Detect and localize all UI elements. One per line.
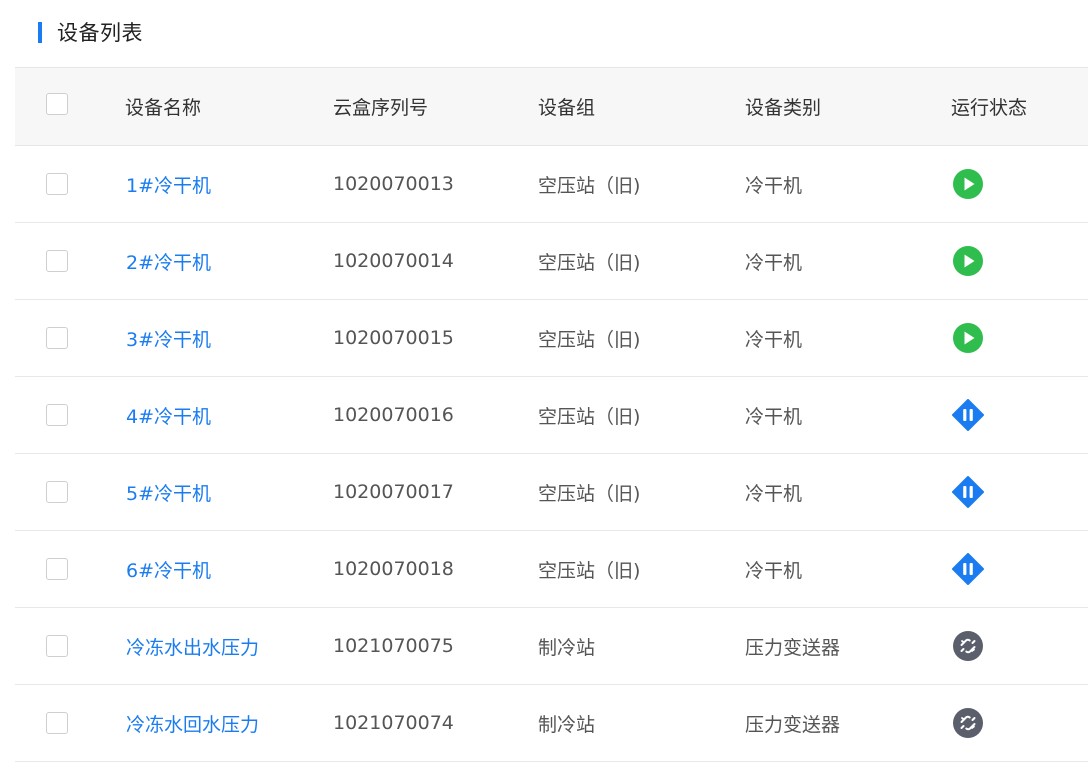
device-group: 制冷站	[538, 713, 596, 736]
row-checkbox-cell	[46, 531, 68, 607]
device-category: 压力变送器	[745, 713, 841, 736]
serial-number: 1021070075	[333, 635, 454, 657]
device-group: 空压站（旧)	[538, 559, 641, 582]
serial-number: 1020070015	[333, 327, 454, 349]
column-header-group: 设备组	[538, 97, 596, 119]
serial-number: 1020070018	[333, 558, 454, 580]
column-header-category: 设备类别	[745, 97, 822, 119]
section-header: 设备列表	[38, 18, 143, 46]
device-table: 设备名称 云盒序列号 设备组 设备类别 运行状态 1#冷干机 102007001…	[15, 67, 1088, 762]
table-row: 2#冷干机 1020070014 空压站（旧) 冷干机	[15, 223, 1088, 300]
serial-number: 1020070013	[333, 173, 454, 195]
device-group: 空压站（旧)	[538, 251, 641, 274]
device-name-link[interactable]: 1#冷干机	[126, 171, 211, 198]
row-checkbox[interactable]	[46, 327, 68, 349]
play-circle-icon	[952, 322, 984, 354]
device-name-cell: 5#冷干机	[126, 454, 211, 530]
header-checkbox-cell	[46, 68, 68, 145]
device-category: 冷干机	[745, 174, 803, 197]
table-header-row: 设备名称 云盒序列号 设备组 设备类别 运行状态	[15, 67, 1088, 146]
table-body: 1#冷干机 1020070013 空压站（旧) 冷干机 2#冷干机 102007…	[15, 146, 1088, 762]
row-checkbox-cell	[46, 377, 68, 453]
device-group: 空压站（旧)	[538, 482, 641, 505]
device-category: 冷干机	[745, 251, 803, 274]
row-checkbox[interactable]	[46, 173, 68, 195]
pause-diamond-icon	[952, 399, 984, 431]
serial-number: 1020070016	[333, 404, 454, 426]
device-name-cell: 4#冷干机	[126, 377, 211, 453]
status-cell	[952, 531, 984, 607]
device-name-cell: 3#冷干机	[126, 300, 211, 376]
row-checkbox[interactable]	[46, 481, 68, 503]
row-checkbox-cell	[46, 454, 68, 530]
device-category: 冷干机	[745, 328, 803, 351]
device-group: 空压站（旧)	[538, 174, 641, 197]
status-cell	[952, 608, 984, 684]
row-checkbox[interactable]	[46, 404, 68, 426]
row-checkbox[interactable]	[46, 558, 68, 580]
device-name-link[interactable]: 冷冻水出水压力	[126, 633, 259, 660]
row-checkbox[interactable]	[46, 250, 68, 272]
device-category: 冷干机	[745, 405, 803, 428]
row-checkbox-cell	[46, 685, 68, 761]
device-name-link[interactable]: 2#冷干机	[126, 248, 211, 275]
disconnected-link-icon	[952, 707, 984, 739]
row-checkbox-cell	[46, 300, 68, 376]
table-row: 3#冷干机 1020070015 空压站（旧) 冷干机	[15, 300, 1088, 377]
device-group: 空压站（旧)	[538, 405, 641, 428]
device-name-cell: 冷冻水回水压力	[126, 685, 259, 761]
device-name-link[interactable]: 3#冷干机	[126, 325, 211, 352]
row-checkbox[interactable]	[46, 712, 68, 734]
column-header-status: 运行状态	[951, 97, 1028, 119]
serial-number: 1021070074	[333, 712, 454, 734]
serial-number: 1020070014	[333, 250, 454, 272]
row-checkbox-cell	[46, 146, 68, 222]
table-row: 5#冷干机 1020070017 空压站（旧) 冷干机	[15, 454, 1088, 531]
row-checkbox-cell	[46, 608, 68, 684]
device-category: 冷干机	[745, 559, 803, 582]
table-row: 4#冷干机 1020070016 空压站（旧) 冷干机	[15, 377, 1088, 454]
device-name-cell: 1#冷干机	[126, 146, 211, 222]
device-name-cell: 冷冻水出水压力	[126, 608, 259, 684]
status-cell	[952, 300, 984, 376]
play-circle-icon	[952, 168, 984, 200]
table-row: 冷冻水出水压力 1021070075 制冷站 压力变送器	[15, 608, 1088, 685]
device-name-link[interactable]: 6#冷干机	[126, 556, 211, 583]
device-category: 冷干机	[745, 482, 803, 505]
device-group: 空压站（旧)	[538, 328, 641, 351]
table-row: 冷冻水回水压力 1021070074 制冷站 压力变送器	[15, 685, 1088, 762]
table-row: 6#冷干机 1020070018 空压站（旧) 冷干机	[15, 531, 1088, 608]
table-row: 1#冷干机 1020070013 空压站（旧) 冷干机	[15, 146, 1088, 223]
section-title: 设备列表	[57, 21, 143, 45]
accent-bar	[38, 21, 42, 43]
device-name-cell: 2#冷干机	[126, 223, 211, 299]
device-name-link[interactable]: 4#冷干机	[126, 402, 211, 429]
device-category: 压力变送器	[745, 636, 841, 659]
status-cell	[952, 454, 984, 530]
select-all-checkbox[interactable]	[46, 92, 68, 115]
device-name-cell: 6#冷干机	[126, 531, 211, 607]
device-name-link[interactable]: 冷冻水回水压力	[126, 710, 259, 737]
pause-diamond-icon	[952, 476, 984, 508]
row-checkbox-cell	[46, 223, 68, 299]
column-header-name: 设备名称	[125, 97, 202, 119]
status-cell	[952, 377, 984, 453]
pause-diamond-icon	[952, 553, 984, 585]
serial-number: 1020070017	[333, 481, 454, 503]
status-cell	[952, 223, 984, 299]
status-cell	[952, 685, 984, 761]
column-header-serial: 云盒序列号	[333, 97, 429, 119]
device-group: 制冷站	[538, 636, 596, 659]
play-circle-icon	[952, 245, 984, 277]
disconnected-link-icon	[952, 630, 984, 662]
row-checkbox[interactable]	[46, 635, 68, 657]
status-cell	[952, 146, 984, 222]
device-name-link[interactable]: 5#冷干机	[126, 479, 211, 506]
